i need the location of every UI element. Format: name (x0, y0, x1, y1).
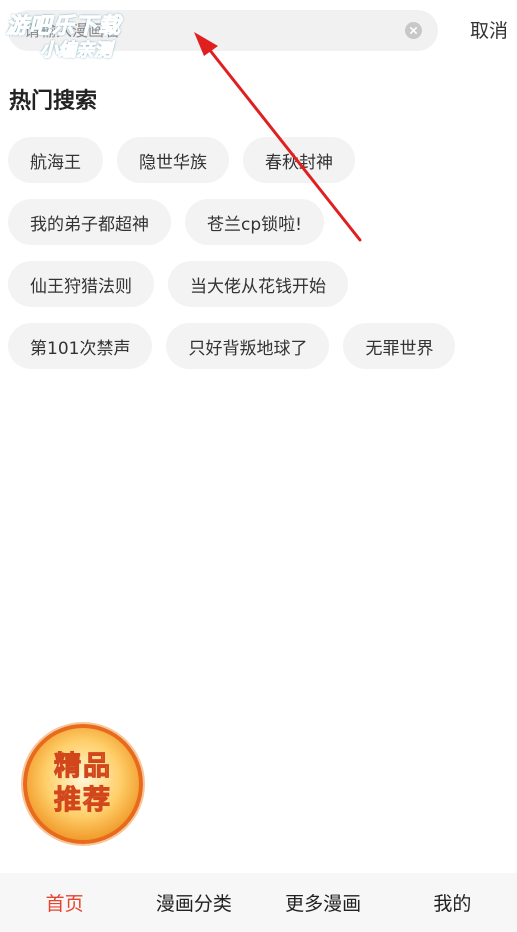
badge-line-2: 推荐 (54, 785, 112, 817)
hot-search-tag[interactable]: 苍兰cp锁啦! (185, 199, 324, 245)
hot-search-tags: 航海王 隐世华族 春秋封神 我的弟子都超神 苍兰cp锁啦! 仙王狩猎法则 当大佬… (8, 137, 508, 385)
recommend-badge[interactable]: 精品 推荐 (23, 724, 143, 844)
tag-row: 第101次禁声 只好背叛地球了 无罪世界 (8, 323, 508, 369)
bottom-tab-bar: 首页 漫画分类 更多漫画 我的 (0, 873, 517, 932)
hot-search-tag[interactable]: 只好背叛地球了 (166, 323, 330, 369)
watermark: 游吧乐下载 小编亲测 (6, 8, 156, 62)
hot-search-title: 热门搜索 (9, 89, 98, 114)
clear-icon[interactable] (405, 22, 422, 39)
hot-search-tag[interactable]: 春秋封神 (243, 137, 355, 183)
tab-me[interactable]: 我的 (388, 889, 517, 916)
tag-row: 我的弟子都超神 苍兰cp锁啦! (8, 199, 508, 245)
tab-home[interactable]: 首页 (0, 889, 129, 916)
watermark-line-2: 小编亲测 (40, 40, 113, 62)
hot-search-tag[interactable]: 我的弟子都超神 (8, 199, 171, 245)
hot-search-tag[interactable]: 当大佬从花钱开始 (168, 261, 348, 307)
hot-search-tag[interactable]: 无罪世界 (343, 323, 456, 369)
hot-search-tag[interactable]: 隐世华族 (117, 137, 229, 183)
badge-line-1: 精品 (54, 751, 112, 783)
hot-search-tag[interactable]: 第101次禁声 (8, 323, 153, 369)
hot-search-tag[interactable]: 航海王 (8, 137, 103, 183)
tab-more-comics[interactable]: 更多漫画 (259, 889, 388, 916)
tab-categories[interactable]: 漫画分类 (129, 889, 258, 916)
hot-search-tag[interactable]: 仙王狩猎法则 (8, 261, 154, 307)
tag-row: 航海王 隐世华族 春秋封神 (8, 137, 508, 183)
cancel-button[interactable]: 取消 (470, 16, 508, 43)
tag-row: 仙王狩猎法则 当大佬从花钱开始 (8, 261, 508, 307)
